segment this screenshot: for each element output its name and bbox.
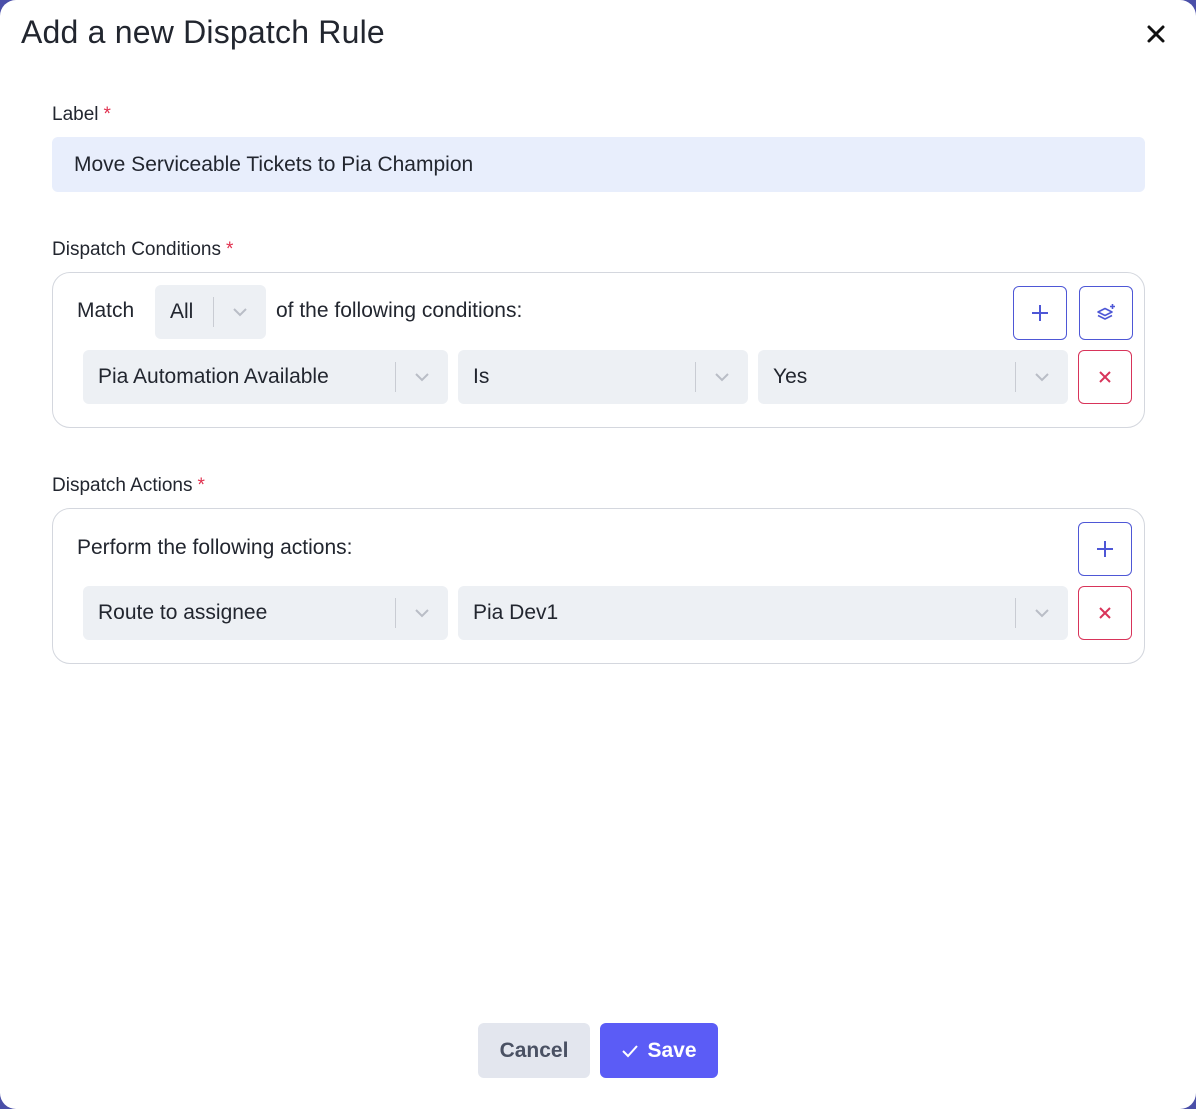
- actions-intro: Perform the following actions:: [77, 536, 353, 559]
- required-marker: *: [103, 104, 111, 125]
- cancel-button[interactable]: Cancel: [478, 1023, 590, 1078]
- action-target-value: Pia Dev1: [473, 601, 559, 624]
- condition-value-select[interactable]: Yes: [758, 350, 1068, 404]
- check-icon: [622, 1044, 639, 1057]
- condition-field-value: Pia Automation Available: [98, 365, 329, 388]
- conditions-panel: Match All of the following conditions: P…: [52, 272, 1145, 428]
- match-prefix: Match: [77, 299, 135, 322]
- actions-label: Dispatch Actions *: [52, 475, 205, 497]
- actions-panel: Perform the following actions: Route to …: [52, 508, 1145, 664]
- condition-operator-select[interactable]: Is: [458, 350, 748, 404]
- chevron-down-icon: [696, 350, 748, 404]
- action-type-select[interactable]: Route to assignee: [83, 586, 448, 640]
- chevron-down-icon: [1016, 586, 1068, 640]
- conditions-label-text: Dispatch Conditions: [52, 239, 221, 260]
- required-marker: *: [197, 475, 205, 496]
- actions-label-text: Dispatch Actions: [52, 475, 193, 496]
- match-mode-select[interactable]: All: [155, 285, 266, 339]
- label-field-label: Label *: [52, 104, 111, 126]
- label-input[interactable]: [52, 137, 1145, 192]
- action-type-value: Route to assignee: [98, 601, 268, 624]
- add-action-button[interactable]: [1078, 522, 1132, 576]
- chevron-down-icon: [396, 350, 448, 404]
- match-mode-value: All: [170, 300, 194, 323]
- close-icon: [1147, 25, 1165, 43]
- match-suffix: of the following conditions:: [276, 299, 523, 322]
- required-marker: *: [225, 239, 234, 260]
- plus-icon: [1097, 541, 1113, 557]
- close-icon: [1099, 371, 1111, 383]
- label-field-text: Label: [52, 104, 99, 125]
- add-condition-button[interactable]: [1013, 286, 1067, 340]
- close-button[interactable]: [1140, 18, 1172, 50]
- remove-condition-button[interactable]: [1078, 350, 1132, 404]
- remove-action-button[interactable]: [1078, 586, 1132, 640]
- condition-value-value: Yes: [773, 365, 808, 388]
- save-label: Save: [647, 1038, 697, 1062]
- layers-plus-icon: [1097, 304, 1115, 320]
- chevron-down-icon: [214, 285, 266, 339]
- save-button[interactable]: Save: [600, 1023, 718, 1078]
- plus-icon: [1032, 305, 1048, 321]
- chevron-down-icon: [1016, 350, 1068, 404]
- cancel-label: Cancel: [499, 1038, 569, 1062]
- dispatch-rule-dialog: Add a new Dispatch Rule Label* Dispatch …: [0, 0, 1196, 1109]
- conditions-label: Dispatch Conditions *: [52, 239, 233, 261]
- add-condition-group-button[interactable]: [1079, 286, 1133, 340]
- condition-field-select[interactable]: Pia Automation Available: [83, 350, 448, 404]
- dialog-title: Add a new Dispatch Rule: [21, 14, 385, 50]
- action-target-select[interactable]: Pia Dev1: [458, 586, 1068, 640]
- condition-operator-value: Is: [473, 365, 490, 388]
- close-icon: [1099, 607, 1111, 619]
- chevron-down-icon: [396, 586, 448, 640]
